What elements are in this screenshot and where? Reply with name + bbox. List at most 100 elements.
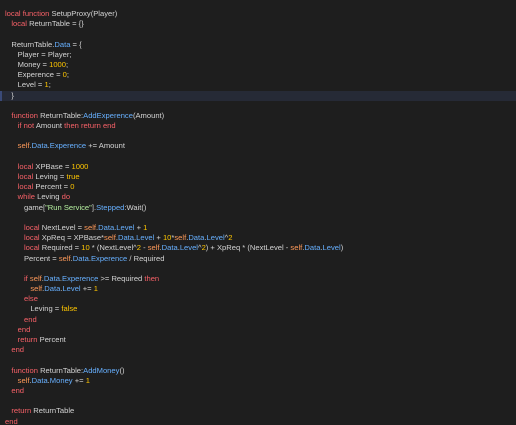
code-token: else [24, 294, 38, 304]
code-token: Money = [5, 59, 50, 69]
code-token: AddExperence [83, 110, 133, 120]
code-line[interactable]: local Required = 10 * (NextLevel^2 - sel… [0, 243, 516, 253]
code-token: self [147, 243, 160, 253]
code-line[interactable]: else [0, 294, 516, 304]
code-line[interactable]: end [0, 325, 516, 335]
code-token: ReturnTable: [40, 365, 84, 375]
code-token: 1 [93, 284, 98, 294]
code-line[interactable]: local Percent = 0 [0, 182, 516, 192]
code-editor[interactable]: local function SetupProxy(Player) local … [0, 0, 516, 425]
code-line[interactable] [0, 101, 516, 111]
code-token: :Wait() [124, 202, 147, 212]
code-token: ; [66, 70, 69, 80]
code-token: local [24, 233, 42, 243]
code-token: end [17, 324, 31, 334]
code-line[interactable]: while Leving do [0, 192, 516, 202]
code-line[interactable]: return ReturnTable [0, 406, 516, 416]
code-line[interactable]: Level = 1; [0, 80, 516, 90]
code-line[interactable]: if self.Data.Experence >= Required then [0, 274, 516, 284]
code-token: self [17, 141, 30, 151]
code-line[interactable] [0, 355, 516, 365]
code-line[interactable]: Percent = self.Data.Experence / Required [0, 254, 516, 264]
code-token: end [11, 345, 25, 355]
code-token: self [84, 222, 96, 232]
code-token: Data [98, 222, 115, 232]
code-token: Level [179, 243, 198, 253]
code-token: self [290, 243, 303, 253]
code-token: local [24, 243, 42, 253]
code-token: 1 [85, 375, 90, 385]
code-line[interactable] [0, 131, 516, 141]
code-line[interactable] [0, 152, 516, 162]
code-line[interactable]: return Percent [0, 335, 516, 345]
code-line[interactable]: } [0, 90, 516, 101]
code-line[interactable]: self.Data.Money += 1 [0, 376, 516, 386]
code-line[interactable] [0, 213, 516, 223]
code-token: += Amount [86, 141, 125, 151]
code-line[interactable]: Player = Player; [0, 50, 516, 60]
code-token: * (NextLevel^ [89, 243, 137, 253]
code-token: local [17, 172, 36, 181]
code-token: self [30, 284, 43, 294]
code-token: return [17, 335, 40, 344]
code-line[interactable]: local XpReq = XPBase*self.Data.Level + 1… [0, 233, 516, 243]
code-line[interactable]: self.Data.Experence += Amount [0, 141, 516, 151]
code-token: Level [206, 233, 225, 243]
code-token: ) + XpReq * (NextLevel - [205, 243, 291, 253]
code-line[interactable]: local ReturnTable = {} [0, 19, 516, 29]
code-line[interactable]: if not Amount then return end [0, 121, 516, 131]
code-line[interactable]: local NextLevel = self.Data.Level + 1 [0, 223, 516, 233]
code-line[interactable]: Leving = false [0, 304, 516, 314]
code-token: self [29, 273, 42, 283]
code-token: end [5, 416, 18, 425]
code-line[interactable] [0, 396, 516, 406]
code-line[interactable]: Money = 1000; [0, 60, 516, 70]
code-token: Experence [49, 141, 87, 151]
code-token: >= Required [98, 273, 145, 283]
code-line[interactable]: function ReturnTable:AddMoney() [0, 366, 516, 376]
code-token: 1000 [49, 59, 67, 69]
code-line[interactable]: self.Data.Level += 1 [0, 284, 516, 294]
code-token: + [134, 222, 144, 232]
code-token: local function [5, 9, 52, 18]
code-line[interactable]: local Leving = true [0, 172, 516, 182]
code-token: AddMoney [83, 365, 120, 375]
code-token: self [174, 233, 187, 243]
code-token: += [72, 375, 86, 385]
code-line[interactable] [0, 29, 516, 39]
code-line[interactable]: end [0, 315, 516, 325]
code-line[interactable]: Experence = 0; [0, 70, 516, 80]
code-token: Money [49, 375, 73, 385]
code-token: Data [117, 233, 135, 243]
code-token: Data [31, 375, 48, 385]
code-token: end [24, 314, 37, 324]
code-token: 10 [81, 243, 90, 253]
code-token: local [11, 19, 30, 29]
code-token: Level [116, 222, 135, 232]
code-token: Percent = [35, 182, 71, 192]
code-token: ReturnTable. [5, 39, 55, 49]
code-line[interactable]: end [0, 417, 516, 425]
code-line[interactable]: end [0, 345, 516, 355]
code-token: function [11, 365, 41, 375]
code-token: local [17, 161, 36, 171]
code-line[interactable]: local XPBase = 1000 [0, 162, 516, 172]
code-token: true [66, 172, 80, 181]
code-token: local [17, 182, 36, 192]
code-token: do [61, 192, 71, 202]
code-token: Level [136, 233, 155, 243]
code-line[interactable]: end [0, 386, 516, 396]
code-token: } [5, 90, 14, 100]
code-line[interactable]: function ReturnTable:AddExperence(Amount… [0, 111, 516, 121]
code-token: then return end [64, 121, 116, 131]
code-line[interactable]: local function SetupProxy(Player) [0, 9, 516, 19]
code-line[interactable]: ReturnTable.Data = { [0, 40, 516, 50]
code-token: += [80, 284, 94, 294]
code-line[interactable] [0, 264, 516, 274]
code-line[interactable]: game["Run Service"].Stepped:Wait() [0, 203, 516, 213]
